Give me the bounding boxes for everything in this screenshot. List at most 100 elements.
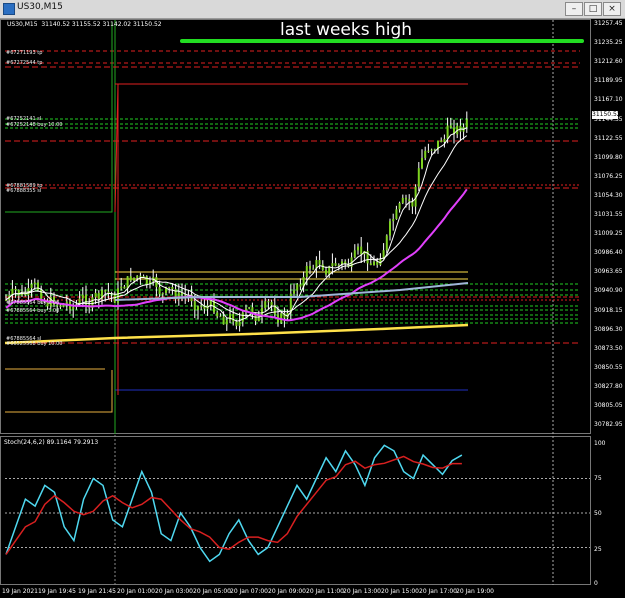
candle-body [305,265,308,277]
candle-body [424,150,427,158]
time-axis-label: 20 Jan 15:00 [381,588,419,595]
stochastic-axis-label: 100 [594,440,606,447]
order-label: #67271193 tp [6,50,43,56]
price-axis-label: 31257.45 [594,20,623,27]
candle-body [72,306,75,310]
candle-body [353,250,356,258]
time-axis-label: 19 Jan 19:45 [38,588,76,595]
candle-body [440,140,443,143]
candle-body [129,276,132,281]
order-label: #67885564 buy 2.00 [6,300,60,306]
candle-body [321,264,324,270]
time-axis-label: 20 Jan 19:00 [456,588,494,595]
candle-body [430,149,433,151]
price-axis-label: 31235.25 [594,39,623,47]
candle-body [238,321,241,326]
stochastic-axis-label: 50 [594,510,602,517]
window-title: US30,M15 [17,2,63,12]
candle-body [331,263,334,267]
price-axis-label: 31076.25 [594,172,623,180]
candle-body [113,294,116,303]
order-label: #67252148 buy 10.00 [6,122,63,128]
candle-body [14,288,17,291]
candle-body [97,292,100,299]
price-axis-label: 30963.65 [594,268,623,276]
time-axis-label: 20 Jan 09:00 [268,588,306,595]
candle-body [318,260,321,265]
candle-body [296,284,299,291]
annotation-text: last weeks high [280,20,413,40]
candle-body [465,119,468,128]
candle-body [133,277,135,281]
candle-body [225,320,228,325]
order-label: #67888355 sl [6,188,42,194]
candle-body [216,312,219,317]
time-axis-label: 20 Jan 17:00 [419,588,457,595]
price-axis-label: 31054.30 [594,191,623,199]
candle-body [360,246,363,255]
price-axis-label: 31122.55 [594,134,623,142]
candle-body [427,150,430,152]
candle-body [421,157,423,169]
candle-body [369,263,372,266]
time-axis-label: 20 Jan 11:00 [306,588,344,595]
chart-icon [3,3,15,15]
stochastic-axis-label: 75 [594,475,602,482]
window-titlebar[interactable]: US30,M15 – □ × [0,0,625,19]
order-label: #67885564 buy 3.00 [6,308,60,314]
order-label: #67272544 tp [6,60,43,66]
candle-body [139,275,142,277]
candle-body [449,125,452,128]
minimize-button[interactable]: – [565,2,583,16]
price-axis-label: 30918.15 [594,306,623,314]
candle-body [309,265,311,269]
candle-body [126,276,129,289]
price-chart-canvas[interactable] [0,19,625,598]
candle-body [264,301,267,308]
candle-body [270,301,273,306]
ma-magenta-line [5,188,468,322]
candle-body [293,290,295,294]
maximize-button[interactable]: □ [584,2,602,16]
price-axis-label: 31099.80 [594,153,623,161]
orange-box-line [5,370,113,413]
candle-body [30,284,33,289]
candle-body [161,293,164,295]
price-axis-label: 30850.55 [594,363,623,371]
candle-body [171,286,174,290]
candle-body [385,235,388,251]
time-axis-label: 20 Jan 13:00 [343,588,381,595]
candle-body [59,305,62,307]
candle-body [389,221,391,236]
price-axis-label: 31009.25 [594,230,623,238]
candle-body [235,321,238,326]
price-axis-label: 30896.30 [594,325,623,333]
main-pane-frame [0,19,591,434]
price-axis-label: 31144.35 [594,115,623,123]
candle-body [193,301,196,310]
candle-body [376,261,379,265]
price-axis-label: 30940.90 [594,287,623,295]
time-axis-label: 20 Jan 03:00 [155,588,193,595]
time-axis-label: 20 Jan 07:00 [230,588,268,595]
candle-body [373,261,375,266]
price-axis-label: 30782.95 [594,421,623,429]
candle-body [443,138,446,143]
candle-body [104,290,107,292]
price-axis-label: 30986.40 [594,249,623,257]
candle-body [325,269,327,275]
candle-body [197,306,199,310]
candle-body [446,125,449,139]
candle-body [248,307,251,309]
stochastic-axis-label: 0 [594,580,598,587]
order-label: #66525568 buy 10.00 [6,341,63,347]
candle-body [405,197,407,200]
candle-body [392,218,395,222]
candle-body [229,313,231,321]
candle-body [232,313,235,322]
candle-body [299,284,302,287]
candle-body [417,168,420,187]
close-button[interactable]: × [603,2,621,16]
candle-body [158,287,161,295]
candle-body [17,290,20,296]
